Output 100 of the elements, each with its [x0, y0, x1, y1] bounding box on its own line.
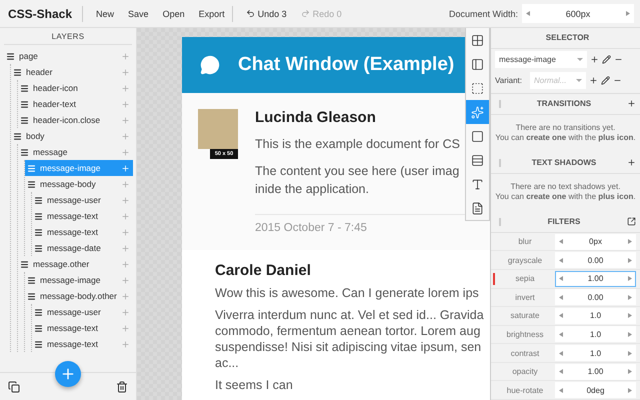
filter-name: grayscale: [506, 256, 544, 265]
layer-item[interactable]: header-icon.close: [18, 112, 133, 128]
field-label: Document Width:: [448, 8, 518, 18]
decrement-icon[interactable]: [526, 11, 530, 16]
drag-handle-icon[interactable]: [6, 52, 15, 60]
message-text: The content you see here (user imag inide the application.: [255, 163, 460, 198]
drag-handle-icon[interactable]: [34, 212, 43, 220]
drag-handle-icon[interactable]: [13, 68, 22, 76]
add-icon[interactable]: [589, 76, 598, 85]
decrement-icon[interactable]: [559, 276, 563, 282]
drag-handle-icon[interactable]: [27, 180, 36, 188]
add-icon[interactable]: [627, 158, 636, 168]
grid-icon: [471, 34, 484, 46]
drag-handle-icon[interactable]: [20, 100, 29, 108]
layer-item[interactable]: message-user: [32, 304, 133, 320]
undo-button[interactable]: Undo 3: [238, 4, 294, 24]
decrement-icon[interactable]: [559, 332, 563, 337]
trash-icon[interactable]: [116, 380, 128, 392]
decrement-icon[interactable]: [559, 239, 563, 244]
drag-handle-icon[interactable]: [34, 340, 43, 348]
layer-item[interactable]: message-text: [32, 320, 133, 336]
drag-handle-icon[interactable]: [499, 158, 501, 167]
layer-item[interactable]: message-image: [25, 272, 133, 288]
section-title: TRANSITIONS: [536, 99, 592, 108]
increment-icon[interactable]: [628, 369, 632, 374]
plus-icon[interactable]: [60, 366, 76, 382]
pencil-icon[interactable]: [602, 54, 611, 64]
decrement-icon[interactable]: [559, 258, 563, 263]
menu-button[interactable]: Export: [192, 4, 232, 24]
layer-item[interactable]: message.other: [18, 256, 133, 272]
speech-bubble-icon[interactable]: [200, 55, 220, 75]
drag-handle-icon[interactable]: [499, 218, 501, 226]
square-icon: [471, 130, 484, 142]
layer-item[interactable]: body: [11, 128, 133, 144]
pencil-icon[interactable]: [601, 76, 610, 85]
drag-handle-icon[interactable]: [27, 292, 36, 300]
layer-item[interactable]: message-text: [32, 336, 133, 352]
drag-handle-icon[interactable]: [34, 244, 43, 252]
decrement-icon[interactable]: [559, 313, 563, 318]
increment-icon[interactable]: [628, 294, 632, 300]
drag-handle-icon[interactable]: [27, 164, 36, 172]
layer-item[interactable]: message-date: [32, 240, 133, 256]
layer-item[interactable]: page: [4, 48, 133, 64]
filter-value-field[interactable]: 0.00: [555, 289, 636, 306]
menu-button[interactable]: Save: [121, 4, 156, 24]
undo-icon[interactable]: [246, 9, 255, 18]
filter-value-field[interactable]: 1.00: [555, 270, 636, 287]
decrement-icon[interactable]: [559, 369, 563, 374]
increment-icon[interactable]: [626, 11, 630, 16]
rows-icon: [471, 154, 484, 166]
drag-handle-icon[interactable]: [27, 276, 36, 284]
layer-item[interactable]: message-body.other: [25, 288, 133, 304]
layer-item[interactable]: message-text: [32, 208, 133, 224]
layer-item[interactable]: message-text: [32, 224, 133, 240]
drag-handle-icon[interactable]: [34, 308, 43, 316]
filter-value-field[interactable]: 1.0: [555, 326, 636, 342]
menu-button[interactable]: New: [89, 4, 122, 24]
filter-name: opacity: [511, 367, 539, 376]
layer-item[interactable]: message: [18, 144, 133, 160]
photo-placeholder: [198, 109, 238, 149]
drag-handle-icon[interactable]: [20, 260, 29, 268]
add-layer-button[interactable]: [55, 361, 81, 387]
layer-item[interactable]: header-text: [18, 96, 133, 112]
layer-item[interactable]: header-icon: [18, 80, 133, 96]
increment-icon[interactable]: [628, 332, 632, 337]
add-icon[interactable]: [627, 99, 636, 108]
filter-value-field[interactable]: 0.00: [555, 252, 636, 268]
add-icon[interactable]: [590, 54, 599, 64]
drag-handle-icon[interactable]: [20, 116, 29, 124]
layer-item[interactable]: message-body: [25, 176, 133, 192]
filter-value-field[interactable]: 1.0: [555, 345, 636, 362]
decrement-icon[interactable]: [559, 350, 563, 356]
increment-icon[interactable]: [628, 350, 632, 356]
filter-value-field[interactable]: 1.00: [555, 364, 636, 380]
drag-handle-icon[interactable]: [20, 148, 29, 156]
increment-icon[interactable]: [628, 276, 632, 282]
menu-button[interactable]: Open: [156, 4, 192, 24]
filter-value-field[interactable]: 1.0: [555, 308, 636, 324]
empty-message: There are no text shadows yet. You can create one with the plus icon.: [494, 180, 637, 203]
drag-handle-icon[interactable]: [20, 84, 29, 92]
decrement-icon[interactable]: [559, 388, 563, 393]
drag-handle-icon[interactable]: [499, 100, 501, 108]
export-icon[interactable]: [627, 217, 636, 226]
increment-icon[interactable]: [628, 388, 632, 393]
drag-handle-icon[interactable]: [34, 228, 43, 236]
drag-handle-icon[interactable]: [13, 132, 22, 140]
layer-item[interactable]: message-user: [32, 192, 133, 208]
filter-value-field[interactable]: 0px: [555, 234, 636, 250]
width-stepper[interactable]: 600px: [522, 4, 634, 23]
duplicate-icon[interactable]: [8, 380, 20, 392]
decrement-icon[interactable]: [559, 294, 563, 300]
layer-item[interactable]: header: [11, 64, 133, 80]
increment-icon[interactable]: [628, 258, 632, 263]
increment-icon[interactable]: [628, 313, 632, 318]
increment-icon[interactable]: [628, 239, 632, 244]
drag-handle-icon[interactable]: [34, 196, 43, 204]
add-icon[interactable]: [120, 164, 130, 172]
drag-handle-icon[interactable]: [34, 324, 43, 332]
selector-dropdown[interactable]: message-image: [495, 50, 587, 68]
filter-value-field[interactable]: 0deg: [555, 382, 636, 398]
